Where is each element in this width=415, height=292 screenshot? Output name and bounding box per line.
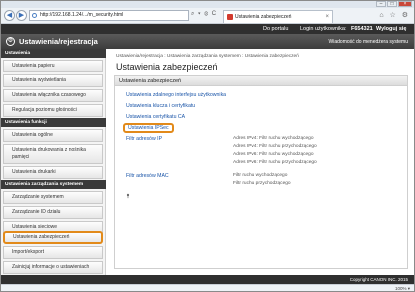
favicon-icon [227,14,233,20]
maximize-icon[interactable]: □ [387,1,397,7]
sidebar-section-settings: Ustawienia [1,49,106,58]
ip-filter-detail: Adres IPv6: Filtr ruchu wychodzącego [233,152,314,157]
close-icon[interactable]: × [398,1,412,7]
status-bar: 100% ▾ [1,284,414,291]
sidebar-section-functions: Ustawienia funkcji [1,118,106,127]
link-ca-certificate[interactable]: Ustawienia certyfikatu CA [126,114,185,120]
browser-tools-icons[interactable]: ⌂ ☆ ⚙ [379,11,410,19]
link-remote-ui[interactable]: Ustawienia zdalnego interfejsu użytkowni… [126,92,226,98]
logout-link[interactable]: Wyloguj się [376,24,406,34]
globe-icon [32,13,37,18]
ip-filter-detail: Adres IPv6: Filtr ruchu przychodzącego [233,160,317,165]
sidebar-item-import-export[interactable]: Import/eksport [3,246,103,259]
copyright-text: Copyright CANON INC. 2015 [349,277,408,282]
login-label: Login użytkownika: [300,26,347,32]
sidebar-item-security[interactable]: Ustawienia zabezpieczeń [3,231,103,244]
top-bar: Do portalu Login użytkownika: F654321 Wy… [1,24,414,34]
sidebar-item-department-id[interactable]: Zarządzanie ID działu [3,206,103,219]
header-title: Ustawienia/rejestracja [19,37,98,46]
sidebar-item-timer[interactable]: Ustawienia włącznika czasowego [3,89,103,102]
admin-message[interactable]: Wiadomość do menedżera systemu [329,39,408,45]
panel-title: Ustawienia zabezpieczeń [115,76,407,86]
link-ip-filter[interactable]: Filtr adresów IP [126,136,162,142]
security-panel: Ustawienia zabezpieczeń Ustawienia zdaln… [114,75,408,269]
ip-filter-detail: Adres IPv4: Filtr ruchu wychodzącego [233,136,314,141]
tab-title: Ustawienia zabezpieczeń [235,14,292,20]
tab-close-icon[interactable]: × [325,11,329,23]
browser-toolbar: ◀ ▶ http://192.168.1.24/.../m_security.h… [1,8,414,24]
address-text: http://192.168.1.24/.../m_security.html [40,12,124,18]
forward-arrow-icon[interactable]: ▶ [16,10,27,21]
back-to-top-icon[interactable]: ⯭ [126,194,130,201]
login-value: F654321 [351,26,373,32]
sidebar-item-volume[interactable]: Regulacja poziomu głośności [3,104,103,117]
zoom-control[interactable]: 100% ▾ [395,285,410,292]
page-header: ⚙ Ustawienia/rejestracja Wiadomość do me… [1,34,414,49]
browser-window: – □ × ◀ ▶ http://192.168.1.24/.../m_secu… [0,0,415,292]
portal-link[interactable]: Do portalu [263,24,288,34]
sidebar-item-paper[interactable]: Ustawienia papieru [3,60,103,72]
mac-filter-detail: Filtr ruchu wychodzącego [233,173,288,178]
link-ipsec[interactable]: Ustawienia IPSec [123,123,174,133]
ip-filter-detail: Adres IPv4: Filtr ruchu przychodzącego [233,144,317,149]
sidebar-section-system: Ustawienia zarządzania systemem [1,180,106,189]
sidebar-item-system-management[interactable]: Zarządzanie systemem [3,191,103,204]
settings-icon: ⚙ [6,37,15,46]
back-arrow-icon[interactable]: ◀ [4,10,15,21]
sidebar-item-initialize[interactable]: Zainicjuj informacje o ustawieniach [3,261,103,274]
sidebar-item-general[interactable]: Ustawienia ogólne [3,129,103,142]
minimize-icon[interactable]: – [376,1,386,7]
address-bar-icons[interactable]: ⌕ ▾ ⊗ C [191,11,217,18]
sidebar-item-memory-print[interactable]: Ustawienia drukowania z nośnika pamięci [3,144,103,164]
breadcrumb: Ustawienia/rejestracja : Ustawienia zarz… [116,54,299,59]
link-mac-filter[interactable]: Filtr adresów MAC [126,173,169,179]
browser-tab[interactable]: Ustawienia zabezpieczeń × [223,10,333,23]
page-title: Ustawienia zabezpieczeń [116,62,218,72]
sidebar-item-display[interactable]: Ustawienia wyświetlania [3,74,103,87]
link-key-certificate[interactable]: Ustawienia klucza i certyfikatu [126,103,195,109]
sidebar-item-printer[interactable]: Ustawienia drukarki [3,166,103,179]
title-bar: – □ × [1,1,414,8]
address-bar[interactable]: http://192.168.1.24/.../m_security.html [29,10,189,21]
mac-filter-detail: Filtr ruchu przychodzącego [233,181,291,186]
main-content: Ustawienia/rejestracja : Ustawienia zarz… [107,49,414,275]
sidebar: Ustawienia Ustawienia papieru Ustawienia… [1,49,106,275]
page-footer: Copyright CANON INC. 2015 [1,275,414,284]
window-controls: – □ × [376,1,412,7]
